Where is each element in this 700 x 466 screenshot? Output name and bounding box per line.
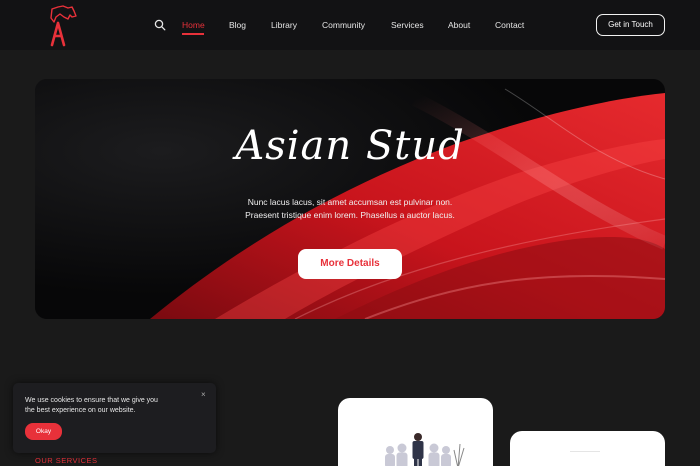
more-details-button[interactable]: More Details [298,249,402,279]
cookie-okay-button[interactable]: Okay [25,423,62,440]
service-card[interactable] [338,398,493,466]
hero-description-line-1: Nunc lacus lacus, sit amet accumsan est … [247,197,453,207]
services-section-label: OUR SERVICES [35,456,98,465]
team-illustration [385,433,465,466]
hero-title: Asian Stud [235,123,465,169]
nav-library[interactable]: Library [271,19,297,31]
cookie-message-line-1: We use cookies to ensure that we give yo… [25,397,158,404]
nav-about[interactable]: About [448,19,470,31]
cookie-consent-popup: We use cookies to ensure that we give yo… [13,383,216,453]
horse-logo-icon[interactable]: A [46,5,80,47]
hero-description: Nunc lacus lacus, sit amet accumsan est … [0,196,700,222]
cookie-message: We use cookies to ensure that we give yo… [25,396,185,415]
nav-services[interactable]: Services [391,19,424,31]
navbar: A Home Blog Library Community Services A… [0,0,700,50]
hero-description-line-2: Praesent tristique enim lorem. Phasellus… [245,210,455,220]
nav-contact[interactable]: Contact [495,19,524,31]
nav-home[interactable]: Home [182,19,205,31]
service-card[interactable] [510,431,665,466]
get-in-touch-button[interactable]: Get in Touch [596,14,665,36]
nav-active-underline [182,33,204,35]
nav-blog[interactable]: Blog [229,19,246,31]
cookie-message-line-2: the best experience on our website. [25,406,136,414]
card-divider [570,451,600,452]
search-icon[interactable] [154,19,166,31]
close-icon[interactable]: × [201,390,206,400]
nav-community[interactable]: Community [322,19,365,31]
